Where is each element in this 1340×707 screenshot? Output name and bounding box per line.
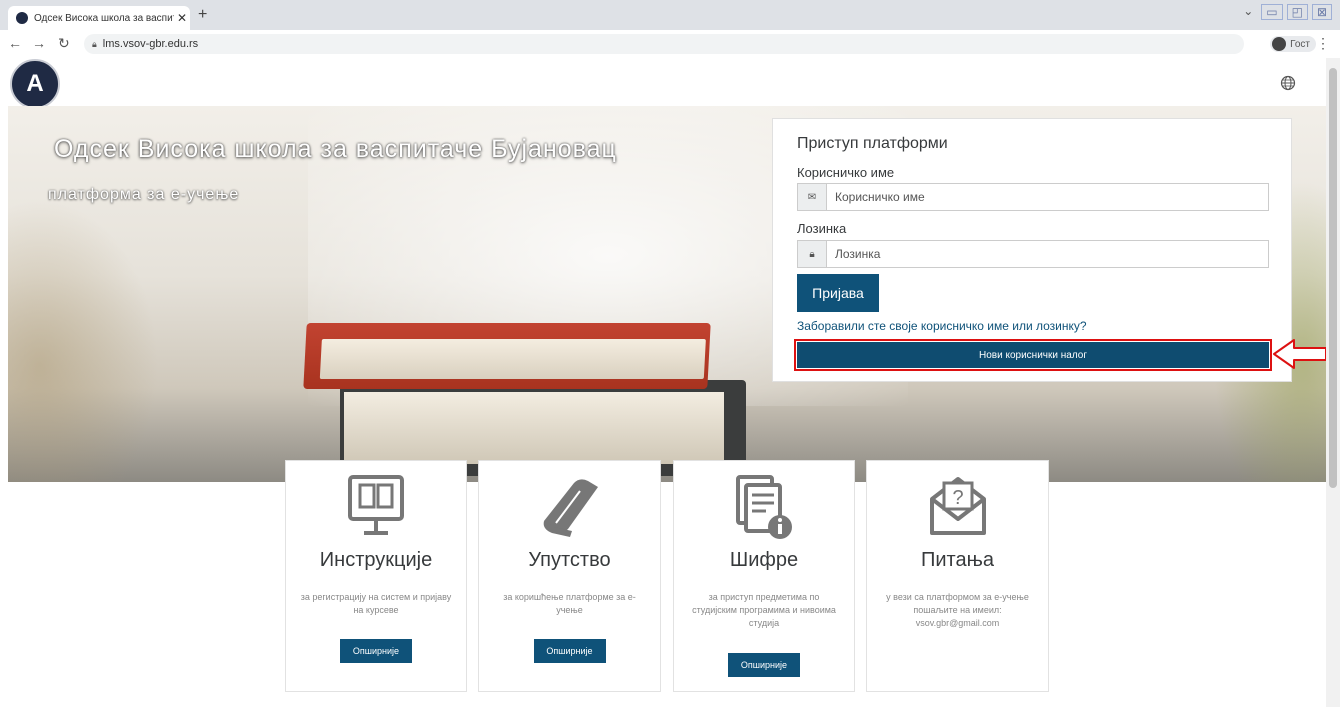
username-field: ✉	[797, 183, 1269, 211]
page-scrollbar[interactable]	[1326, 58, 1340, 707]
site-header	[0, 58, 1340, 108]
card-title: Инструкције	[319, 549, 433, 571]
tab-close-icon[interactable]: ✕	[174, 11, 190, 25]
login-card: Приступ платформи Корисничко име ✉ Лозин…	[772, 118, 1292, 382]
card-title: Шифре	[729, 549, 799, 571]
login-title: Приступ платформи	[797, 135, 948, 152]
forgot-credentials-link[interactable]: Заборавили сте своје корисничко име или …	[797, 319, 1087, 333]
minimize-icon[interactable]: ▭	[1261, 4, 1283, 20]
hero-subtitle: платформа за е-учење	[48, 186, 240, 203]
browser-toolbar: ← → ↻ 🔒︎ lms.vsov-gbr.edu.rs Гост ⋮	[0, 30, 1340, 59]
card-description: за регистрацију на систем и пријаву на к…	[300, 592, 452, 615]
avatar-icon	[1272, 37, 1287, 51]
monitor-book-icon	[348, 475, 404, 535]
card-description: за приступ предметима по студијским прог…	[692, 592, 836, 628]
envelope-icon: ✉	[798, 184, 827, 210]
site-favicon-icon	[16, 12, 28, 24]
card-description: у вези са платформом за е-учење пошаљите…	[886, 592, 1029, 628]
book-icon	[543, 479, 598, 537]
username-label: Корисничко име	[797, 165, 895, 180]
language-globe-icon[interactable]	[1280, 75, 1296, 91]
browser-menu-icon[interactable]: ⋮	[1316, 35, 1330, 52]
pointer-arrow-icon	[1273, 339, 1327, 369]
lock-icon: 🔒︎	[92, 38, 97, 49]
tab-title: Одсек Висока школа за васпита	[34, 12, 174, 24]
password-input[interactable]	[827, 241, 1268, 267]
address-bar[interactable]: 🔒︎ lms.vsov-gbr.edu.rs	[84, 34, 1244, 54]
scrollbar-thumb[interactable]	[1329, 68, 1337, 488]
site-logo[interactable]: A	[10, 59, 60, 109]
tab-search-icon[interactable]: ⌄	[1239, 4, 1257, 20]
new-tab-button[interactable]: +	[198, 6, 207, 24]
close-window-icon[interactable]: ⊠	[1311, 4, 1332, 20]
card-more-button[interactable]: Опширније	[728, 653, 800, 677]
document-info-icon	[736, 475, 792, 539]
password-field: 🔒︎	[797, 240, 1269, 268]
username-input[interactable]	[827, 184, 1268, 210]
maximize-icon[interactable]: ◰	[1286, 4, 1308, 20]
envelope-question-icon: ?	[929, 477, 986, 535]
new-account-button[interactable]: Нови кориснички налог	[794, 339, 1272, 371]
hero-book-image	[303, 323, 711, 389]
card-description: за коришћење платформе за е-учење	[503, 592, 636, 615]
url-text: lms.vsov-gbr.edu.rs	[102, 38, 199, 50]
card-more-button[interactable]: Опширније	[340, 639, 412, 663]
hero-title: Одсек Висока школа за васпитаче Бујанова…	[54, 135, 617, 163]
card-questions: ? Питања у вези са платформом за е-учење…	[866, 460, 1049, 692]
card-title: Питања	[921, 549, 994, 571]
card-codes: Шифре за приступ предметима по студијски…	[673, 460, 855, 692]
browser-tabbar: Одсек Висока школа за васпита ✕ + ⌄ ▭ ◰ …	[0, 0, 1340, 30]
reload-icon[interactable]: ↻	[58, 35, 70, 52]
card-manual: Упутство за коришћење платформе за е-уче…	[478, 460, 661, 692]
svg-text:?: ?	[952, 487, 963, 509]
forward-arrow-icon[interactable]: →	[32, 35, 46, 51]
profile-button[interactable]: Гост	[1270, 36, 1316, 52]
card-title: Упутство	[528, 549, 611, 571]
card-more-button[interactable]: Опширније	[533, 639, 606, 663]
password-label: Лозинка	[797, 221, 847, 236]
card-instructions: Инструкције за регистрацију на систем и …	[285, 460, 467, 692]
window-controls: ⌄ ▭ ◰ ⊠	[1239, 4, 1332, 20]
lock-icon: 🔒︎	[798, 241, 827, 267]
browser-tab[interactable]: Одсек Висока школа за васпита ✕	[8, 6, 190, 30]
profile-label: Гост	[1290, 38, 1310, 50]
login-button[interactable]: Пријава	[797, 274, 879, 312]
back-arrow-icon[interactable]: ←	[8, 35, 22, 51]
logo-letter: A	[26, 70, 44, 97]
